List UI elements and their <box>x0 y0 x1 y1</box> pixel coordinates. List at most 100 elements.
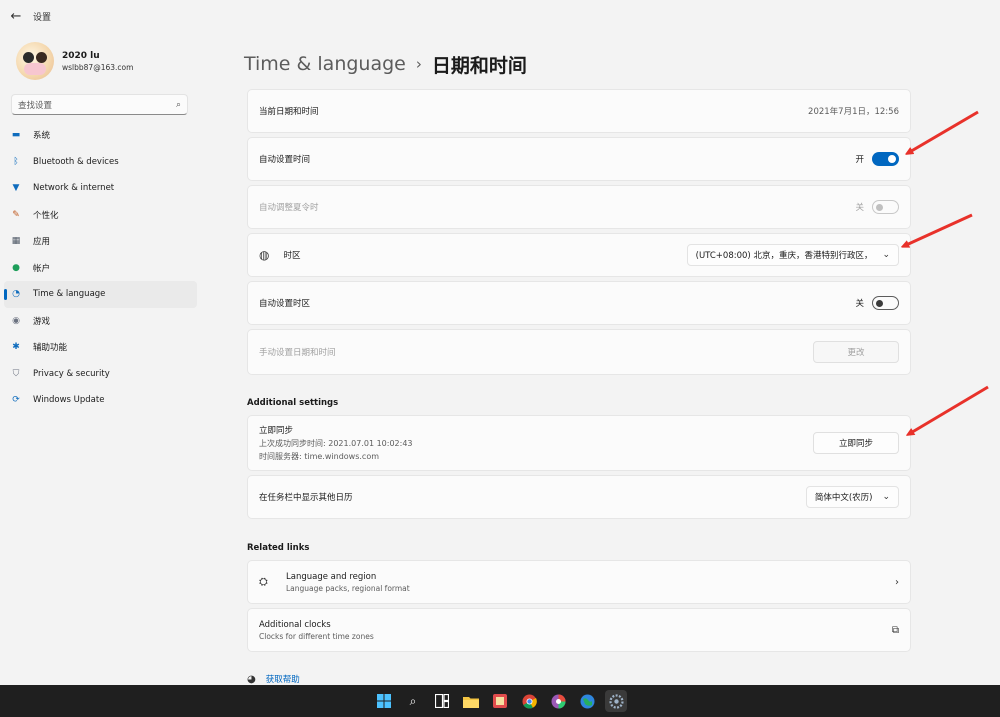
sidebar-item-label: 帐户 <box>33 263 51 274</box>
color-app-icon[interactable] <box>547 690 569 712</box>
sidebar-item-label: 个性化 <box>33 210 59 221</box>
current-datetime-value: 2021年7月1日，12:56 <box>808 107 899 117</box>
windows-start-icon[interactable] <box>373 690 395 712</box>
annotation-arrow <box>909 385 989 434</box>
calendar-dropdown[interactable]: 简体中文(农历) ⌄ <box>805 486 899 508</box>
link-subtitle: Language packs, regional format <box>286 583 410 593</box>
sync-now-button[interactable]: 立即同步 <box>813 432 899 454</box>
calendar-label: 在任务栏中显示其他日历 <box>259 493 353 503</box>
link-title: Language and region <box>286 571 377 582</box>
accessibility-icon: ✱ <box>12 342 20 353</box>
sidebar-item-label: 应用 <box>33 237 51 248</box>
search-placeholder: 查找设置 <box>18 100 53 111</box>
sidebar-item-label: 辅助功能 <box>33 343 68 354</box>
calendar-card: 在任务栏中显示其他日历 简体中文(农历) ⌄ <box>247 475 911 519</box>
sidebar-item-gaming[interactable]: ◉ 游戏 <box>4 308 197 335</box>
auto-time-toggle[interactable] <box>872 152 899 166</box>
timezone-card: ◍ 时区 (UTC+08:00) 北京，重庆，香港特别行政区， ⌄ <box>247 233 911 277</box>
gamepad-icon: ◉ <box>12 315 20 326</box>
current-datetime-label: 当前日期和时间 <box>259 107 319 117</box>
globe-clock-icon: ◍ <box>259 248 270 262</box>
manual-datetime-label: 手动设置日期和时间 <box>259 348 336 358</box>
update-icon: ⟳ <box>12 395 20 406</box>
globe-clock-icon: ◔ <box>12 289 20 300</box>
external-link-icon: ⧉ <box>891 624 899 636</box>
manual-datetime-card: 手动设置日期和时间 更改 <box>247 329 911 375</box>
auto-timezone-card: 自动设置时区 关 <box>247 281 911 325</box>
annotation-arrow <box>908 110 979 153</box>
language-region-link[interactable]: ⛭ Language and region Language packs, re… <box>247 560 911 604</box>
sidebar-item-bluetooth[interactable]: ᛒ Bluetooth & devices <box>4 149 197 176</box>
search-icon[interactable]: ⌕ <box>176 100 181 110</box>
auto-dst-state: 关 <box>855 203 864 213</box>
sidebar-item-system[interactable]: ▬ 系统 <box>4 122 197 149</box>
timezone-dropdown[interactable]: (UTC+08:00) 北京，重庆，香港特别行政区， ⌄ <box>686 244 899 266</box>
chevron-down-icon: ⌄ <box>882 492 890 502</box>
help-icon: ◕ <box>247 673 256 685</box>
auto-time-state: 开 <box>855 155 864 165</box>
link-title: Additional clocks <box>259 619 331 630</box>
search-input[interactable]: 查找设置 ⌕ <box>11 94 188 115</box>
auto-time-card: 自动设置时间 开 <box>247 137 911 181</box>
sidebar-item-label: Privacy & security <box>33 368 110 379</box>
sidebar-item-label: Bluetooth & devices <box>33 156 119 167</box>
sidebar-item-network[interactable]: ▼ Network & internet <box>4 175 197 202</box>
breadcrumb: Time & language › 日期和时间 <box>244 50 527 78</box>
sidebar-item-label: 系统 <box>33 131 51 142</box>
monitor-icon: ▬ <box>11 130 21 141</box>
chrome-icon[interactable] <box>518 690 540 712</box>
profile[interactable]: 2020 lu wslbb87@163.com <box>16 42 133 80</box>
auto-timezone-toggle[interactable] <box>872 296 899 310</box>
profile-name: 2020 lu <box>62 50 100 61</box>
wifi-icon: ▼ <box>12 183 20 194</box>
sidebar-item-apps[interactable]: ▦ 应用 <box>4 228 197 255</box>
sidebar-item-accounts[interactable]: ● 帐户 <box>4 255 197 282</box>
auto-dst-label: 自动调整夏令时 <box>259 203 319 213</box>
sidebar-item-personalization[interactable]: ✎ 个性化 <box>4 202 197 229</box>
sidebar-nav: ▬ 系统 ᛒ Bluetooth & devices ▼ Network & i… <box>4 122 197 414</box>
bluetooth-icon: ᛒ <box>13 156 19 167</box>
related-links-title: Related links <box>247 543 310 553</box>
sidebar-item-label: 游戏 <box>33 316 51 327</box>
avatar <box>16 42 54 80</box>
back-arrow-icon[interactable]: ← <box>0 0 32 32</box>
search-icon[interactable]: ⌕ <box>402 690 424 712</box>
shield-icon: ⛉ <box>12 368 20 379</box>
change-button[interactable]: 更改 <box>813 341 899 363</box>
task-view-icon[interactable] <box>431 690 453 712</box>
person-icon: ● <box>12 262 20 273</box>
additional-settings-title: Additional settings <box>247 398 339 408</box>
time-server-text: 时间服务器: time.windows.com <box>259 452 380 461</box>
globe-app-icon[interactable] <box>576 690 598 712</box>
sidebar-item-privacy[interactable]: ⛉ Privacy & security <box>4 361 197 388</box>
sidebar-item-time-language[interactable]: ◔ Time & language <box>4 281 197 308</box>
settings-icon[interactable] <box>605 690 627 712</box>
language-icon: ⛭ <box>259 575 268 588</box>
sidebar-item-windows-update[interactable]: ⟳ Windows Update <box>4 387 197 414</box>
app-icon[interactable] <box>489 690 511 712</box>
sidebar-item-accessibility[interactable]: ✱ 辅助功能 <box>4 334 197 361</box>
page-title: 日期和时间 <box>431 54 527 77</box>
sidebar-item-label: Windows Update <box>33 395 105 406</box>
title-bar: ← 设置 <box>0 0 1000 32</box>
sync-card: 立即同步 上次成功同步时间: 2021.07.01 10:02:43 时间服务器… <box>247 415 911 471</box>
timezone-value: (UTC+08:00) 北京，重庆，香港特别行政区， <box>695 251 873 261</box>
sync-title: 立即同步 <box>259 426 294 436</box>
annotation-arrow <box>904 213 973 246</box>
auto-dst-card: 自动调整夏令时 关 <box>247 185 911 229</box>
link-subtitle: Clocks for different time zones <box>259 631 374 641</box>
file-explorer-icon[interactable] <box>460 690 482 712</box>
get-help-link[interactable]: ◕ 获取帮助 <box>247 673 300 686</box>
additional-clocks-link[interactable]: Additional clocks Clocks for different t… <box>247 608 911 652</box>
auto-timezone-state: 关 <box>855 299 864 309</box>
breadcrumb-parent[interactable]: Time & language <box>244 53 406 75</box>
sidebar-item-label: Network & internet <box>33 183 115 194</box>
auto-dst-toggle[interactable] <box>872 200 899 214</box>
profile-email: wslbb87@163.com <box>62 62 134 72</box>
app-title: 设置 <box>33 12 52 23</box>
taskbar: ⌕ <box>0 685 1000 717</box>
last-sync-text: 上次成功同步时间: 2021.07.01 10:02:43 <box>259 439 413 448</box>
sidebar-item-label: Time & language <box>33 289 106 300</box>
get-help-label: 获取帮助 <box>265 675 300 685</box>
calendar-value: 简体中文(农历) <box>814 493 873 503</box>
